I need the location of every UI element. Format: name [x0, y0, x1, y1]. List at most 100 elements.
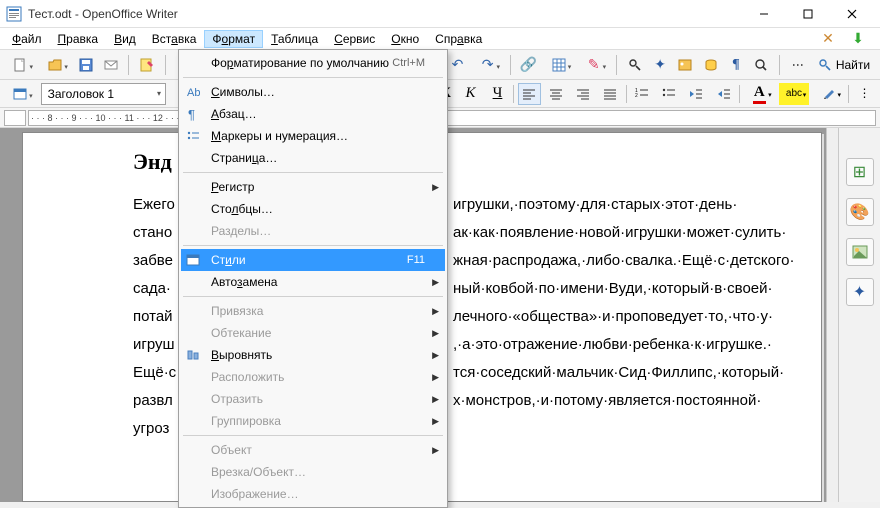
menu-separator [183, 435, 443, 436]
window-title: Тест.odt - OpenOffice Writer [28, 7, 742, 21]
submenu-arrow-icon: ▶ [432, 306, 439, 317]
svg-text:¶: ¶ [188, 107, 195, 121]
svg-text:Ab: Ab [187, 87, 200, 99]
menu-item-label: Стили [211, 253, 246, 267]
menu-справка[interactable]: Справка [427, 30, 490, 48]
gallery-panel-button[interactable] [846, 238, 874, 266]
menu-item-автозамена[interactable]: Автозамена ▶ [181, 271, 445, 293]
menu-правка[interactable]: Правка [50, 30, 107, 48]
hyperlink-button[interactable]: 🔗 [517, 53, 540, 77]
styles-button[interactable] [4, 82, 37, 106]
menu-item-label: Страница… [211, 151, 277, 165]
menu-item-label: Маркеры и нумерация… [211, 129, 348, 143]
submenu-arrow-icon: ▶ [432, 277, 439, 288]
find-icon [818, 58, 832, 72]
toolbar-overflow[interactable]: ⋮ [786, 53, 810, 77]
background-color-button[interactable]: ▾ [813, 83, 844, 105]
numbered-list-button[interactable]: 12 [631, 83, 654, 105]
menu-item-форматирование-по-умолчанию[interactable]: Форматирование по умолчаниюCtrl+M [181, 52, 445, 74]
align-icon [186, 348, 204, 362]
title-bar: Тест.odt - OpenOffice Writer [0, 0, 880, 28]
submenu-arrow-icon: ▶ [432, 416, 439, 427]
horizontal-ruler[interactable]: · · · 8 · · · 9 · · · 10 · · · 11 · · · … [28, 110, 876, 126]
navigator-panel-button[interactable]: ✦ [846, 278, 874, 306]
format-menu-dropdown: Форматирование по умолчаниюCtrl+M Ab Симво… [178, 49, 448, 508]
menu-item-группировка: Группировка ▶ [181, 410, 445, 432]
edit-file-button[interactable] [135, 53, 158, 77]
menu-сервис[interactable]: Сервис [326, 30, 383, 48]
align-justify-button[interactable] [599, 83, 622, 105]
menu-окно[interactable]: Окно [383, 30, 427, 48]
menu-separator [183, 245, 443, 246]
submenu-arrow-icon: ▶ [432, 445, 439, 456]
menu-item-расположить: Расположить▶ [181, 366, 445, 388]
styles-panel-button[interactable]: 🎨 [846, 198, 874, 226]
underline-button[interactable]: Ч [486, 83, 509, 105]
nonprinting-chars-button[interactable]: ¶ [724, 53, 747, 77]
minimize-button[interactable] [742, 0, 786, 28]
zoom-button[interactable] [750, 53, 773, 77]
toolbar2-overflow[interactable]: ⋮ [853, 83, 876, 105]
find-replace-button[interactable] [623, 53, 646, 77]
menu-формат[interactable]: Формат [204, 30, 263, 48]
show-draw-functions-button[interactable]: ✎ [577, 53, 610, 77]
table-button[interactable] [542, 53, 575, 77]
properties-panel-button[interactable]: ⊞ [846, 158, 874, 186]
italic-button[interactable]: К [459, 83, 482, 105]
data-sources-button[interactable] [699, 53, 722, 77]
menu-item-label: Форматирование по умолчанию [211, 56, 389, 70]
menu-item-label: Выровнять [211, 348, 272, 362]
email-button[interactable] [99, 53, 122, 77]
align-right-button[interactable] [572, 83, 595, 105]
redo-button[interactable]: ↷ [471, 53, 504, 77]
menu-item-абзац-[interactable]: ¶ Абзац… [181, 103, 445, 125]
close-button[interactable] [830, 0, 874, 28]
menu-separator [183, 77, 443, 78]
menu-item-label: Автозамена [211, 275, 277, 289]
menu-item-label: Расположить [211, 370, 284, 384]
align-left-button[interactable] [518, 83, 541, 105]
menu-item-символы-[interactable]: Ab Символы… [181, 81, 445, 103]
menu-shortcut: Ctrl+M [392, 57, 425, 69]
font-color-button[interactable]: A▾ [744, 83, 775, 105]
maximize-button[interactable] [786, 0, 830, 28]
open-button[interactable] [39, 53, 72, 77]
bullet-list-button[interactable] [658, 83, 681, 105]
svg-text:2: 2 [635, 93, 638, 99]
decrease-indent-button[interactable] [685, 83, 708, 105]
navigator-button[interactable]: ✦ [648, 53, 671, 77]
menu-item-label: Изображение… [211, 487, 299, 501]
menu-таблица[interactable]: Таблица [263, 30, 326, 48]
undo-button[interactable]: ↶ [446, 53, 469, 77]
menu-item-label: Группировка [211, 414, 281, 428]
menu-item-label: Объект [211, 443, 252, 457]
menu-item-регистр[interactable]: Регистр▶ [181, 176, 445, 198]
bullets-icon [186, 129, 204, 143]
increase-indent-button[interactable] [712, 83, 735, 105]
close-document-icon[interactable]: ✕ [816, 27, 840, 51]
new-button[interactable] [4, 53, 37, 77]
menu-item-маркеры-и-нумерация-[interactable]: Маркеры и нумерация… [181, 125, 445, 147]
menu-item-label: Абзац… [211, 107, 257, 121]
menu-item-страница-[interactable]: Страница… [181, 147, 445, 169]
menu-файл[interactable]: Файл [4, 30, 50, 48]
menu-shortcut: F11 [407, 254, 425, 266]
menu-item-стили[interactable]: Стили F11 [181, 249, 445, 271]
submenu-arrow-icon: ▶ [432, 350, 439, 361]
character-icon: Ab [186, 85, 204, 99]
menu-item-label: Символы… [211, 85, 275, 99]
vertical-scrollbar[interactable] [826, 128, 838, 502]
menu-вид[interactable]: Вид [106, 30, 144, 48]
highlight-color-button[interactable]: abc▾ [779, 83, 810, 105]
align-center-button[interactable] [545, 83, 568, 105]
save-button[interactable] [74, 53, 97, 77]
find-toolbar[interactable]: Найти [812, 58, 876, 72]
menu-item-label: Отразить [211, 392, 263, 406]
menu-вставка[interactable]: Вставка [144, 30, 205, 48]
menu-item-столбцы-[interactable]: Столбцы… [181, 198, 445, 220]
menu-separator [183, 172, 443, 173]
paragraph-style-combo[interactable]: Заголовок 1 [41, 83, 166, 105]
gallery-button[interactable] [674, 53, 697, 77]
updates-icon[interactable]: ⬇ [846, 27, 870, 51]
menu-item-выровнять[interactable]: Выровнять ▶ [181, 344, 445, 366]
